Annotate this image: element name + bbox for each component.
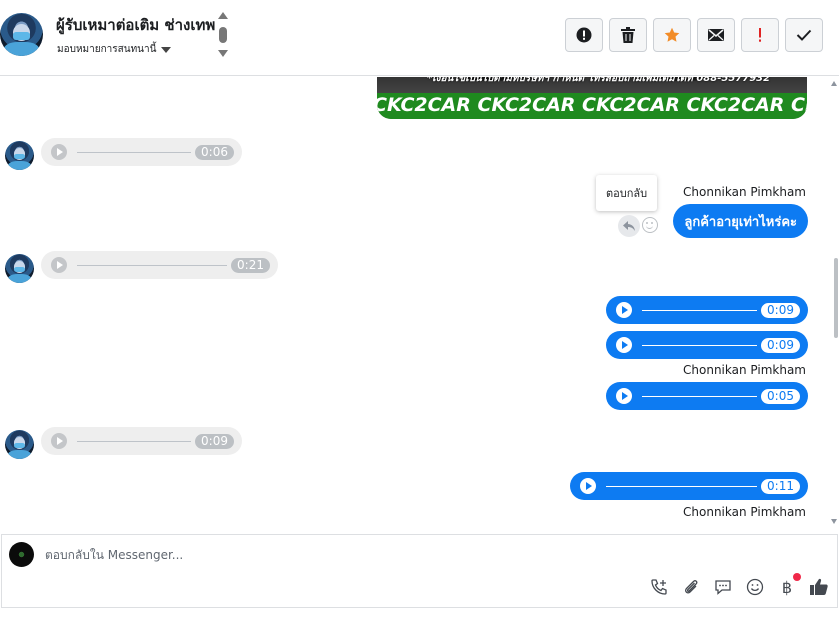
message-composer: ฿ (1, 534, 838, 608)
contact-avatar[interactable] (0, 13, 43, 56)
audio-progress-track[interactable] (606, 485, 758, 487)
react-emoji-icon[interactable] (642, 217, 658, 233)
assign-conversation-dropdown[interactable]: มอบหมายการสนทนานี้ (57, 42, 172, 57)
baht-icon[interactable]: ฿ (777, 573, 801, 597)
play-icon[interactable] (51, 433, 67, 449)
audio-progress-track[interactable] (77, 440, 192, 442)
chat-bubble-icon[interactable] (713, 577, 733, 597)
page-avatar (9, 542, 34, 567)
scroll-thumb[interactable] (219, 27, 227, 43)
star-button[interactable] (653, 18, 691, 52)
reply-tooltip: ตอบกลับ (596, 175, 658, 211)
outgoing-audio-message: 0:09 (606, 331, 808, 359)
alert-circle-icon (576, 27, 592, 43)
play-icon[interactable] (51, 144, 67, 160)
assign-conversation-label: มอบหมายการสนทนานี้ (57, 44, 157, 55)
promo-caption: *เงื่อนไขเป็นไปตามที่บริษัทฯ กำหนด โทรสอ… (427, 77, 771, 84)
conversation-header: ผู้รับเหมาต่อเติม ช่างเทพ มอบหมายการสนทน… (0, 0, 839, 76)
play-icon[interactable] (580, 478, 596, 494)
reply-input[interactable] (45, 548, 645, 562)
audio-duration: 0:11 (761, 478, 800, 494)
notification-dot (793, 573, 801, 581)
sender-name: Chonnikan Pimkham (683, 505, 806, 519)
trash-icon (621, 27, 635, 43)
thumbs-up-icon[interactable] (809, 577, 829, 597)
mail-button[interactable] (697, 18, 735, 52)
audio-progress-track[interactable] (77, 151, 192, 153)
conversation-toolbar (565, 18, 823, 52)
check-icon (796, 29, 812, 41)
incoming-audio-message: 0:09 (41, 427, 242, 455)
scrollbar-up-arrow[interactable] (831, 81, 837, 86)
audio-duration: 0:05 (761, 388, 800, 404)
header-scroll-control[interactable] (218, 12, 228, 58)
attachment-icon[interactable] (681, 577, 701, 597)
sender-name: Chonnikan Pimkham (683, 363, 806, 377)
reply-icon[interactable] (618, 215, 640, 237)
sender-avatar[interactable] (5, 430, 34, 459)
audio-progress-track[interactable] (642, 309, 758, 311)
spam-button[interactable] (741, 18, 779, 52)
phone-add-icon[interactable] (649, 577, 669, 597)
audio-progress-track[interactable] (77, 264, 228, 266)
scrollbar-down-arrow[interactable] (831, 519, 837, 524)
promo-image[interactable]: *เงื่อนไขเป็นไปตามที่บริษัทฯ กำหนด โทรสอ… (377, 77, 807, 119)
audio-duration: 0:09 (195, 433, 234, 449)
promo-brand-text: CKC2CAR CKC2CAR CKC2CAR CKC2CAR CKC2CAR … (377, 94, 807, 116)
done-button[interactable] (785, 18, 823, 52)
composer-tools: ฿ (649, 573, 829, 597)
audio-progress-track[interactable] (642, 395, 758, 397)
message-thread[interactable]: *เงื่อนไขเป็นไปตามที่บริษัทฯ กำหนด โทรสอ… (0, 77, 839, 534)
play-icon[interactable] (51, 257, 67, 273)
star-icon (664, 27, 680, 42)
messenger-app: ผู้รับเหมาต่อเติม ช่างเทพ มอบหมายการสนทน… (0, 0, 839, 619)
audio-duration: 0:21 (231, 257, 270, 273)
outgoing-audio-message: 0:09 (606, 296, 808, 324)
caret-down-icon (161, 46, 172, 53)
envelope-icon (708, 29, 724, 41)
sender-name: Chonnikan Pimkham (683, 185, 806, 199)
audio-duration: 0:09 (761, 302, 800, 318)
message-scrollbar[interactable] (834, 258, 838, 338)
delete-button[interactable] (609, 18, 647, 52)
sender-avatar[interactable] (5, 254, 34, 283)
important-button[interactable] (565, 18, 603, 52)
audio-duration: 0:09 (761, 337, 800, 353)
outgoing-text-message: ลูกค้าอายุเท่าไหร่คะ (673, 204, 808, 238)
play-icon[interactable] (616, 337, 632, 353)
scroll-down-icon[interactable] (218, 50, 228, 57)
outgoing-audio-message: 0:11 (570, 472, 808, 500)
emoji-icon[interactable] (745, 577, 765, 597)
exclamation-icon (759, 28, 761, 42)
contact-name[interactable]: ผู้รับเหมาต่อเติม ช่างเทพ (56, 13, 215, 37)
incoming-audio-message: 0:21 (41, 251, 278, 279)
play-icon[interactable] (616, 388, 632, 404)
sender-avatar[interactable] (5, 141, 34, 170)
audio-duration: 0:06 (195, 144, 234, 160)
incoming-audio-message: 0:06 (41, 138, 242, 166)
outgoing-audio-message: 0:05 (606, 382, 808, 410)
scroll-up-icon[interactable] (218, 12, 228, 19)
play-icon[interactable] (616, 302, 632, 318)
audio-progress-track[interactable] (642, 344, 758, 346)
